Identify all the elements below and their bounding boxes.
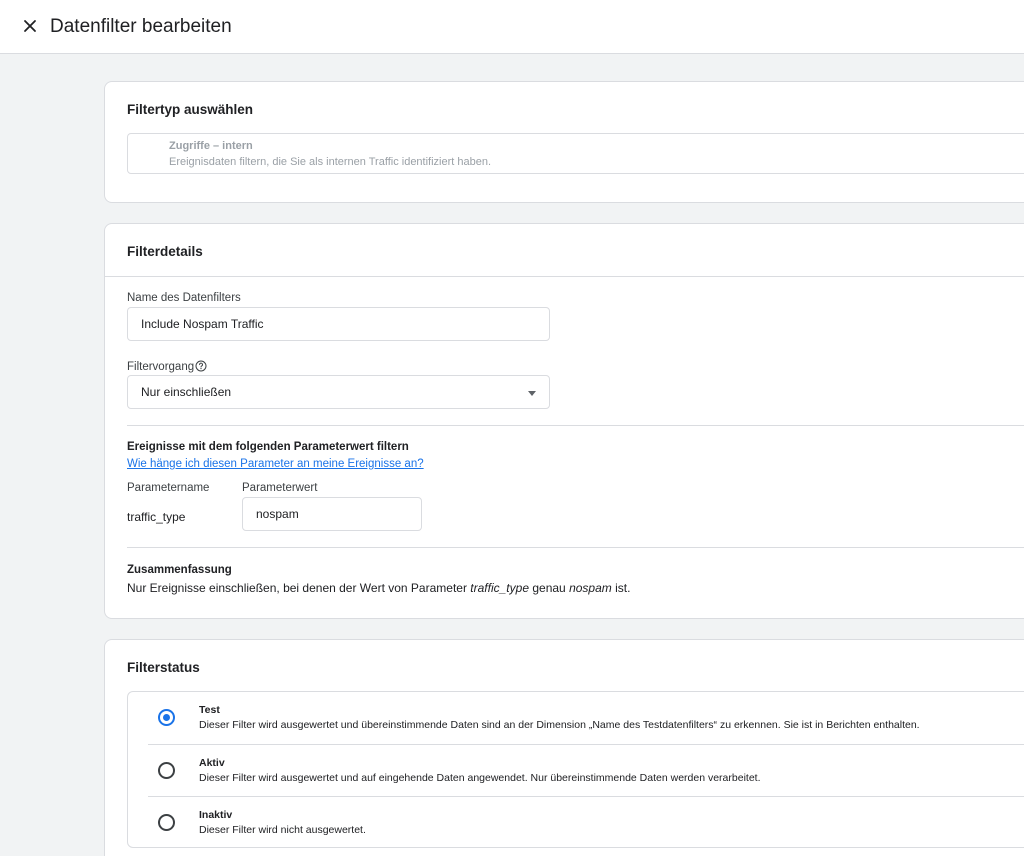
status-option-description: Dieser Filter wird ausgewertet und auf e… <box>199 772 761 784</box>
filter-type-description: Ereignisdaten filtern, die Sie als inter… <box>169 156 492 168</box>
filter-operation-label: Filtervorgang <box>127 360 207 373</box>
filter-operation-label-text: Filtervorgang <box>127 361 195 373</box>
filter-details-title: Filterdetails <box>127 244 203 259</box>
page-title: Datenfilter bearbeiten <box>50 16 232 37</box>
status-option-test[interactable]: Test Dieser Filter wird ausgewertet und … <box>128 692 1024 744</box>
filter-type-title: Filtertyp auswählen <box>127 102 254 117</box>
help-circle-icon[interactable] <box>195 360 207 372</box>
parameter-value-input[interactable]: nospam <box>242 497 422 531</box>
parameter-value: nospam <box>256 507 299 521</box>
radio-unchecked-icon[interactable] <box>158 814 175 831</box>
status-option-label: Test <box>199 704 220 716</box>
filter-status-card: Filterstatus Test Dieser Filter wird aus… <box>104 639 1024 856</box>
status-option-description: Dieser Filter wird ausgewertet und übere… <box>199 719 920 731</box>
parameter-help-link[interactable]: Wie hänge ich diesen Parameter an meine … <box>127 458 424 470</box>
filter-name-label: Name des Datenfilters <box>127 292 241 304</box>
summary-text: Nur Ereignisse einschließen, bei denen d… <box>127 581 630 595</box>
status-options: Test Dieser Filter wird ausgewertet und … <box>127 691 1024 848</box>
filter-status-title: Filterstatus <box>127 660 200 675</box>
status-option-label: Inaktiv <box>199 809 233 821</box>
summary-value: nospam <box>569 581 612 595</box>
status-option-inaktiv[interactable]: Inaktiv Dieser Filter wird nicht ausgewe… <box>148 796 1024 848</box>
divider <box>127 547 1024 548</box>
summary-param: traffic_type <box>470 581 529 595</box>
top-bar: Datenfilter bearbeiten <box>0 0 1024 54</box>
status-option-label: Aktiv <box>199 757 225 769</box>
summary-mid: genau <box>532 581 566 595</box>
divider <box>127 425 1024 426</box>
status-option-aktiv[interactable]: Aktiv Dieser Filter wird ausgewertet und… <box>148 744 1024 796</box>
parameter-filter-heading: Ereignisse mit dem folgenden Parameterwe… <box>127 441 409 453</box>
radio-checked-icon[interactable] <box>158 709 175 726</box>
close-icon <box>24 20 36 32</box>
summary-prefix: Nur Ereignisse einschließen, bei denen d… <box>127 581 467 595</box>
divider <box>105 276 1024 277</box>
filter-name-value: Include Nospam Traffic <box>141 317 264 331</box>
filter-type-selector[interactable]: Zugriffe – intern Ereignisdaten filtern,… <box>127 133 1024 174</box>
status-option-description: Dieser Filter wird nicht ausgewertet. <box>199 824 366 836</box>
filter-operation-dropdown[interactable]: Nur einschließen <box>127 375 550 409</box>
parameter-value-header: Parameterwert <box>242 482 318 494</box>
summary-heading: Zusammenfassung <box>127 564 232 576</box>
filter-details-card: Filterdetails Name des Datenfilters Incl… <box>104 223 1024 619</box>
radio-unchecked-icon[interactable] <box>158 762 175 779</box>
parameter-name-header: Parametername <box>127 482 210 494</box>
filter-name-input[interactable]: Include Nospam Traffic <box>127 307 550 341</box>
filter-type-name: Zugriffe – intern <box>169 140 253 152</box>
filter-type-card: Filtertyp auswählen Zugriffe – intern Er… <box>104 81 1024 203</box>
close-button[interactable] <box>18 14 42 38</box>
filter-operation-value: Nur einschließen <box>141 385 232 399</box>
parameter-name: traffic_type <box>127 510 186 524</box>
summary-suffix: ist. <box>615 581 631 595</box>
dropdown-arrow-icon <box>528 391 536 396</box>
